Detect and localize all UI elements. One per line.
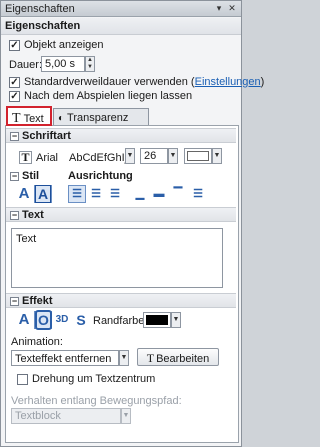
font-size-input[interactable]: 26 — [140, 148, 168, 164]
font-name[interactable]: Arial — [36, 152, 58, 164]
animation-select[interactable]: Texteffekt entfernen — [11, 350, 119, 366]
animation-dropdown-button[interactable]: ▼ — [119, 350, 129, 366]
randfarbe-label: Randfarbe: — [93, 315, 148, 327]
effect-none-icon[interactable]: A — [15, 311, 33, 329]
valign-middle-icon[interactable]: ▬ — [150, 185, 168, 203]
valign-stretch-icon[interactable]: ☰ — [189, 185, 207, 203]
font-color-dropdown-button[interactable]: ▼ — [212, 148, 222, 164]
group-text[interactable]: − Text — [6, 207, 236, 222]
align-center-icon[interactable]: ☰ — [87, 185, 105, 203]
randfarbe-dropdown-button[interactable]: ▼ — [171, 312, 181, 328]
dauer-input[interactable]: 5,00 s — [41, 56, 85, 72]
collapse-icon[interactable]: − — [10, 172, 19, 181]
group-schriftart[interactable]: − Schriftart — [6, 128, 236, 143]
font-color-swatch — [187, 151, 209, 161]
close-icon[interactable]: ✕ — [226, 3, 238, 14]
font-size-dropdown-button[interactable]: ▼ — [168, 148, 178, 164]
tab-transparenz[interactable]: ◐ Transparenz — [53, 108, 149, 126]
text-style-bold-icon[interactable]: A — [34, 185, 52, 203]
tab-text-label: Text — [23, 113, 44, 125]
group-text-title: Text — [22, 209, 44, 221]
dauer-spinner[interactable]: ▲ ▼ — [85, 56, 95, 72]
collapse-icon[interactable]: − — [10, 211, 19, 220]
font-preview[interactable]: AbCdEfGhIj — [69, 152, 127, 164]
pfad-select-value: Textblock — [15, 410, 61, 422]
randfarbe-swatch — [146, 315, 168, 325]
randfarbe-field[interactable] — [143, 312, 171, 328]
align-right-icon[interactable]: ☰ — [106, 185, 124, 203]
ausrichtung-title: Ausrichtung — [68, 170, 133, 182]
transparency-icon: ◐ — [58, 113, 65, 124]
collapse-icon[interactable]: − — [10, 132, 19, 141]
spin-down-icon[interactable]: ▼ — [86, 64, 94, 71]
einstellungen-link[interactable]: Einstellungen — [195, 76, 261, 88]
group-schriftart-title: Schriftart — [22, 130, 71, 142]
properties-window: Eigenschaften ▾ ✕ Eigenschaften ✓ Objekt… — [0, 0, 264, 447]
text-style-normal-icon[interactable]: A — [15, 185, 33, 203]
window-titlebar[interactable]: Eigenschaften ▾ ✕ — [1, 1, 241, 17]
objekt-anzeigen-checkbox[interactable]: ✓ — [9, 40, 20, 51]
nach-abspielen-label: Nach dem Abspielen liegen lassen — [24, 90, 193, 102]
drehung-label: Drehung um Textzentrum — [32, 373, 156, 385]
font-color-field[interactable] — [184, 148, 212, 164]
drehung-checkbox[interactable] — [17, 374, 28, 385]
align-left-icon[interactable]: ☰ — [68, 185, 86, 203]
effect-3d-icon[interactable]: 3D — [53, 311, 71, 329]
section-title: Eigenschaften — [1, 18, 241, 35]
effect-outline-icon[interactable]: O — [34, 310, 52, 330]
pfad-label: Verhalten entlang Bewegungspfad: — [11, 395, 182, 407]
group-stil-title: Stil — [22, 170, 40, 182]
objekt-anzeigen-label: Objekt anzeigen — [24, 39, 104, 51]
pfad-select[interactable]: Textblock — [11, 408, 121, 424]
group-effekt-title: Effekt — [22, 295, 53, 307]
spin-up-icon[interactable]: ▲ — [86, 57, 94, 64]
animation-label: Animation: — [11, 336, 63, 348]
pin-icon[interactable]: ▾ — [213, 3, 225, 14]
bearbeiten-button[interactable]: T Bearbeiten — [137, 348, 219, 366]
group-effekt[interactable]: − Effekt — [6, 293, 236, 308]
standardverweildauer-checkbox[interactable]: ✓ — [9, 77, 20, 88]
window-title: Eigenschaften — [5, 3, 75, 15]
font-dropdown-button[interactable]: ▼ — [125, 148, 135, 164]
bearbeiten-label: Bearbeiten — [156, 353, 210, 365]
nach-abspielen-checkbox[interactable]: ✓ — [9, 91, 20, 102]
font-type-icon: T — [19, 151, 32, 164]
tab-transparenz-label: Transparenz — [67, 112, 129, 124]
valign-bottom-icon[interactable]: ▁ — [131, 185, 149, 203]
animation-select-value: Texteffekt entfernen — [15, 353, 112, 365]
collapse-icon[interactable]: − — [10, 297, 19, 306]
text-t-icon: T — [12, 111, 21, 126]
effect-shadow-icon[interactable]: S — [72, 311, 90, 329]
standardverweildauer-label: Standardverweildauer verwenden (Einstell… — [24, 76, 265, 88]
text-edit-icon: T — [146, 351, 155, 365]
valign-top-icon[interactable]: ▔ — [169, 185, 187, 203]
text-content-input[interactable]: Text — [11, 228, 223, 288]
pfad-dropdown-button[interactable]: ▼ — [121, 408, 131, 424]
dauer-label: Dauer: — [9, 59, 43, 71]
tab-text[interactable]: T Text — [6, 106, 52, 126]
